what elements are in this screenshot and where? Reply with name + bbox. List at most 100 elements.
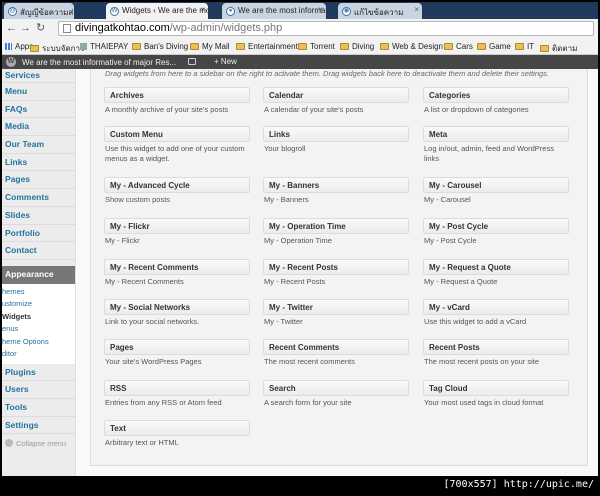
widget-item[interactable]: My - Recent Comments My - Recent Comments — [104, 259, 250, 287]
menu-contact[interactable]: Contact — [2, 242, 75, 260]
tab-4[interactable]: ◉ แก้ไขข้อความ × — [338, 3, 422, 19]
widget-item[interactable]: My - Request a Quote My - Request a Quote — [423, 259, 569, 287]
reload-icon[interactable]: ↻ — [36, 22, 45, 34]
forward-arrow-icon[interactable]: → — [20, 22, 31, 34]
menu-faqs[interactable]: FAQs — [2, 101, 75, 119]
address-bar[interactable]: divingatkohtao.com/wp-admin/widgets.php — [58, 21, 594, 36]
admin-bar-new[interactable]: + New — [214, 57, 237, 66]
widget-title[interactable]: My - Flickr — [104, 218, 250, 234]
widget-title[interactable]: My - Recent Comments — [104, 259, 250, 275]
close-icon[interactable]: × — [200, 5, 205, 14]
widget-item[interactable]: My - Flickr My - Flickr — [104, 218, 250, 246]
widget-item[interactable]: My - vCard Use this widget to add a vCard — [423, 299, 569, 327]
widget-title[interactable]: Custom Menu — [104, 126, 250, 142]
bookmark-folder[interactable]: Torrent — [298, 42, 335, 51]
widget-item[interactable]: My - Carousel My - Carousel — [423, 177, 569, 205]
bookmark-folder[interactable]: Cars — [444, 42, 473, 51]
menu-our-team[interactable]: Our Team — [2, 136, 75, 154]
tab-3[interactable]: ● We are the most informati × — [222, 3, 326, 19]
bookmark-folder[interactable]: Ban's Diving — [132, 42, 188, 51]
widget-title[interactable]: Archives — [104, 87, 250, 103]
menu-pages[interactable]: Pages — [2, 171, 75, 190]
widget-item[interactable]: My - Post Cycle My - Post Cycle — [423, 218, 569, 246]
widget-title[interactable]: Recent Posts — [423, 339, 569, 355]
widget-title[interactable]: My - Operation Time — [263, 218, 409, 234]
widget-item[interactable]: My - Social Networks Link to your social … — [104, 299, 250, 327]
menu-appearance[interactable]: Appearance — [2, 265, 75, 284]
widget-title[interactable]: Pages — [104, 339, 250, 355]
widget-title[interactable]: My - Request a Quote — [423, 259, 569, 275]
menu-media[interactable]: Media — [2, 118, 75, 137]
menu-portfolio[interactable]: Portfolio — [2, 225, 75, 243]
widget-item[interactable]: Meta Log in/out, admin, feed and WordPres… — [423, 126, 569, 164]
widget-title[interactable]: Tag Cloud — [423, 380, 569, 396]
widget-title[interactable]: RSS — [104, 380, 250, 396]
bookmark-folder[interactable]: My Mail — [190, 42, 230, 51]
widget-title[interactable]: Links — [263, 126, 409, 142]
widget-item[interactable]: Recent Comments The most recent comments — [263, 339, 409, 367]
submenu-themes[interactable]: hemes — [2, 286, 75, 299]
bookmark-item[interactable]: THAIEPAY — [80, 42, 128, 51]
widget-item[interactable]: Custom Menu Use this widget to add one of… — [104, 126, 250, 164]
bookmark-apps[interactable]: Apps — [5, 42, 33, 51]
widget-item[interactable]: Pages Your site's WordPress Pages — [104, 339, 250, 367]
widget-title[interactable]: Search — [263, 380, 409, 396]
widget-item[interactable]: My - Recent Posts My - Recent Posts — [263, 259, 409, 287]
widget-item[interactable]: Categories A list or dropdown of categori… — [423, 87, 569, 115]
wordpress-logo-icon[interactable]: W — [6, 57, 16, 67]
widget-item[interactable]: My - Banners My - Banners — [263, 177, 409, 205]
submenu-editor[interactable]: ditor — [2, 348, 75, 361]
widget-item[interactable]: Links Your blogroll — [263, 126, 409, 154]
tab-1[interactable]: @ สัญญีข้อความส่งแล้ว — [4, 3, 74, 19]
widget-item[interactable]: Recent Posts The most recent posts on you… — [423, 339, 569, 367]
widget-item[interactable]: My - Operation Time My - Operation Time — [263, 218, 409, 246]
submenu-widgets[interactable]: Widgets — [2, 311, 75, 324]
widget-title[interactable]: Categories — [423, 87, 569, 103]
menu-users[interactable]: Users — [2, 381, 75, 399]
menu-menu[interactable]: Menu — [2, 83, 75, 101]
tab-2-widgets[interactable]: W Widgets ‹ We are the mo × — [106, 3, 208, 19]
close-icon[interactable]: × — [318, 5, 323, 14]
widget-title[interactable]: Text — [104, 420, 250, 436]
admin-bar-site-name[interactable]: We are the most informative of major Res… — [22, 58, 176, 67]
widget-item[interactable]: Search A search form for your site — [263, 380, 409, 408]
widget-title[interactable]: Recent Comments — [263, 339, 409, 355]
widget-title[interactable]: My - Advanced Cycle — [104, 177, 250, 193]
bookmark-folder[interactable]: ระบบจัดการ — [30, 42, 84, 55]
widget-item[interactable]: Calendar A calendar of your site's posts — [263, 87, 409, 115]
collapse-menu-button[interactable]: Collapse menu — [2, 434, 75, 453]
widget-item[interactable]: Tag Cloud Your most used tags in cloud fo… — [423, 380, 569, 408]
menu-slides[interactable]: Slides — [2, 207, 75, 225]
bookmark-folder[interactable]: Entertainment — [236, 42, 298, 51]
menu-plugins[interactable]: Plugins — [2, 364, 75, 382]
close-icon[interactable]: × — [414, 5, 419, 14]
submenu-customize[interactable]: ustomize — [2, 298, 75, 311]
menu-links[interactable]: Links — [2, 154, 75, 172]
menu-comments[interactable]: Comments — [2, 189, 75, 207]
admin-bar-comments[interactable] — [188, 57, 196, 66]
widget-title[interactable]: My - vCard — [423, 299, 569, 315]
widget-item[interactable]: RSS Entries from any RSS or Atom feed — [104, 380, 250, 408]
widget-item[interactable]: Text Arbitrary text or HTML — [104, 420, 250, 448]
bookmark-folder[interactable]: IT — [515, 42, 534, 51]
widget-title[interactable]: Calendar — [263, 87, 409, 103]
widget-title[interactable]: Meta — [423, 126, 569, 142]
menu-tools[interactable]: Tools — [2, 399, 75, 417]
bookmark-folder[interactable]: Web & Design — [380, 42, 443, 51]
widget-title[interactable]: My - Carousel — [423, 177, 569, 193]
bookmark-folder[interactable]: Diving — [340, 42, 374, 51]
back-arrow-icon[interactable]: ← — [6, 22, 17, 34]
bookmark-folder[interactable]: Game — [477, 42, 511, 51]
widget-title[interactable]: My - Post Cycle — [423, 218, 569, 234]
widget-item[interactable]: Archives A monthly archive of your site's… — [104, 87, 250, 115]
menu-services[interactable]: Services — [2, 69, 75, 83]
widget-title[interactable]: My - Recent Posts — [263, 259, 409, 275]
submenu-menus[interactable]: enus — [2, 323, 75, 336]
widget-title[interactable]: My - Banners — [263, 177, 409, 193]
widget-item[interactable]: My - Twitter My - Twitter — [263, 299, 409, 327]
widget-item[interactable]: My - Advanced Cycle Show custom posts — [104, 177, 250, 205]
widget-title[interactable]: My - Social Networks — [104, 299, 250, 315]
bookmark-folder[interactable]: ติดตาม — [540, 42, 577, 55]
menu-settings[interactable]: Settings — [2, 417, 75, 435]
widget-title[interactable]: My - Twitter — [263, 299, 409, 315]
